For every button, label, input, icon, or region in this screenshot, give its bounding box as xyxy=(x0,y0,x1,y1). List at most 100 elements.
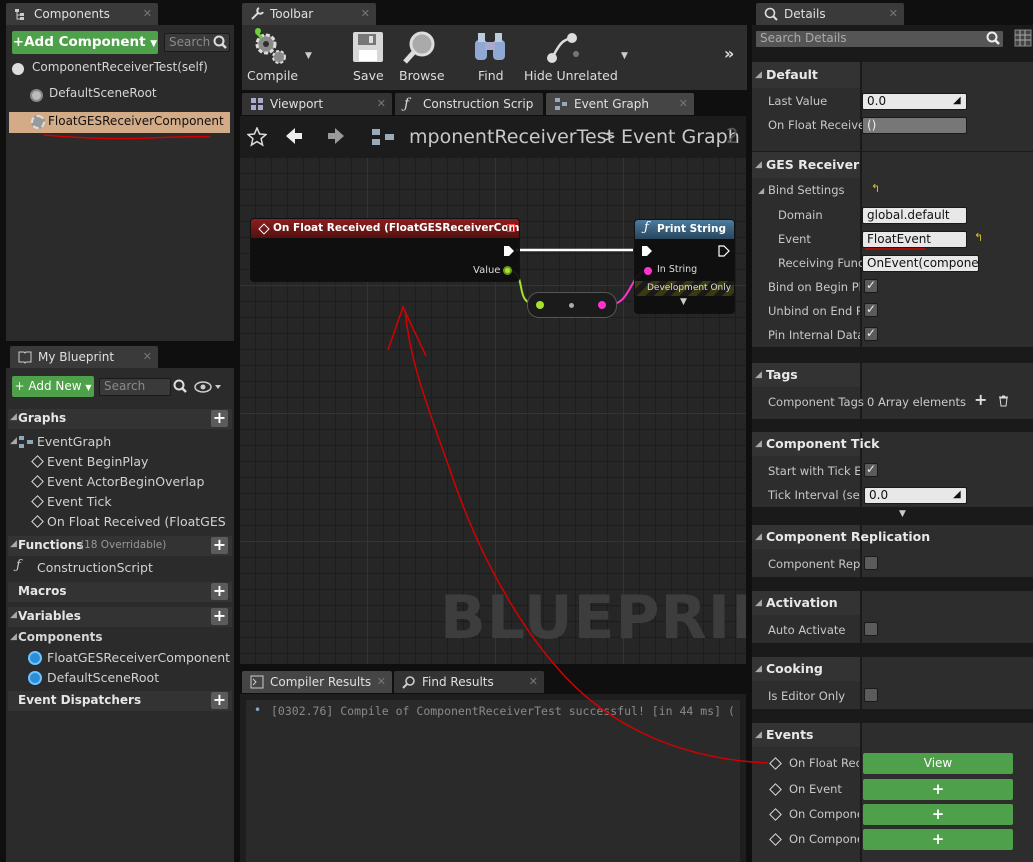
component-var-item[interactable]: DefaultSceneRoot xyxy=(28,669,228,687)
compile-options-arrow-icon[interactable]: ▼ xyxy=(305,51,312,61)
tab-toolbar[interactable]: Toolbar ✕ xyxy=(242,3,376,25)
delegate-pin-icon[interactable] xyxy=(507,224,515,232)
component-var-item[interactable]: FloatGESReceiverComponent xyxy=(28,649,230,667)
add-new-button[interactable]: + Add New ▼ xyxy=(12,376,94,397)
start-with-tick-checkbox[interactable] xyxy=(864,462,878,477)
view-event-button[interactable]: View xyxy=(863,753,1013,774)
eye-icon[interactable] xyxy=(194,380,224,394)
close-icon[interactable]: ✕ xyxy=(679,93,688,115)
macros-section-header[interactable]: Macros xyxy=(8,582,232,602)
search-icon[interactable] xyxy=(985,31,1001,47)
cooking-header[interactable]: Cooking xyxy=(766,661,823,676)
blueprint-search-input[interactable]: Search xyxy=(99,378,171,396)
tab-viewport[interactable]: Viewport ✕ xyxy=(242,93,392,115)
reset-to-default-icon[interactable]: ↰ xyxy=(974,231,983,244)
expand-node-icon[interactable]: ▼ xyxy=(680,297,687,307)
float-pin-icon[interactable] xyxy=(503,266,512,275)
close-icon[interactable]: ✕ xyxy=(377,93,386,115)
graph-canvas[interactable]: BLUEPRINT On Float Received (FloatGESRec… xyxy=(240,158,746,664)
component-item-float-ges-receiver[interactable]: FloatGESReceiverComponent xyxy=(9,112,230,133)
variables-section-header[interactable]: ◢ Variables xyxy=(8,607,232,627)
search-icon[interactable] xyxy=(212,35,228,51)
tab-event-graph[interactable]: Event Graph ✕ xyxy=(546,93,694,115)
component-tick-header[interactable]: Component Tick xyxy=(766,436,879,451)
event-begin-play-item[interactable]: Event BeginPlay xyxy=(47,454,148,469)
tab-find-results[interactable]: Find Results ✕ xyxy=(394,671,544,693)
exec-in-pin-icon[interactable] xyxy=(641,245,653,257)
breadcrumb-blueprint[interactable]: mponentReceiverTest xyxy=(409,126,614,148)
pin-internal-data-checkbox[interactable] xyxy=(864,326,878,341)
add-macro-button[interactable]: + xyxy=(211,583,228,600)
add-graph-button[interactable]: + xyxy=(211,410,228,427)
string-pin-icon[interactable] xyxy=(644,267,652,275)
print-string-node[interactable]: ƒ Print String In String Development Onl… xyxy=(634,219,735,314)
close-icon[interactable]: ✕ xyxy=(889,3,898,25)
add-event-button[interactable]: + xyxy=(863,804,1013,825)
toolbar-options-arrow-icon[interactable]: ▼ xyxy=(621,51,628,61)
close-icon[interactable]: ✕ xyxy=(377,671,386,693)
tab-components[interactable]: Components ✕ xyxy=(6,3,158,25)
receiving-function-field[interactable]: OnEvent(component) xyxy=(862,255,979,272)
back-arrow-icon[interactable] xyxy=(284,126,304,146)
components-category[interactable]: ◢ Components xyxy=(8,629,228,647)
overflow-chevron-icon[interactable]: » xyxy=(724,44,734,63)
tab-compiler-results[interactable]: Compiler Results ✕ xyxy=(242,671,392,693)
float-to-string-node[interactable] xyxy=(527,292,617,318)
find-button[interactable]: Find xyxy=(470,28,510,86)
domain-field[interactable]: global.default xyxy=(862,207,967,224)
browse-button[interactable]: Browse xyxy=(396,28,445,86)
tick-interval-field[interactable]: 0.0 xyxy=(864,487,967,504)
trash-icon[interactable] xyxy=(998,395,1009,407)
ges-receiver-header[interactable]: GES Receiver xyxy=(766,157,859,172)
bind-settings-label[interactable]: Bind Settings xyxy=(768,183,845,197)
exec-out-pin-icon[interactable] xyxy=(718,245,730,257)
component-replicates-checkbox[interactable] xyxy=(864,556,878,570)
close-icon[interactable]: ✕ xyxy=(143,3,152,25)
tags-header[interactable]: Tags xyxy=(766,367,798,382)
show-advanced-chevron-icon[interactable]: ▼ xyxy=(899,509,906,519)
component-item-self[interactable]: ComponentReceiverTest(self) xyxy=(12,60,232,78)
auto-activate-checkbox[interactable] xyxy=(864,622,878,636)
forward-arrow-icon[interactable] xyxy=(326,126,346,146)
details-search-input[interactable]: Search Details xyxy=(755,30,1004,48)
add-element-icon[interactable]: + xyxy=(974,390,987,409)
add-event-button[interactable]: + xyxy=(863,829,1013,850)
property-matrix-icon[interactable] xyxy=(1014,29,1032,47)
add-component-button[interactable]: +Add Component ▼ xyxy=(12,31,158,54)
close-icon[interactable]: ✕ xyxy=(143,346,152,368)
tab-details[interactable]: Details ✕ xyxy=(756,3,904,25)
event-field[interactable]: FloatEvent xyxy=(862,231,967,248)
add-dispatcher-button[interactable]: + xyxy=(211,692,228,709)
on-float-received-node[interactable]: On Float Received (FloatGESReceiverCompo… xyxy=(250,218,520,282)
close-icon[interactable]: ✕ xyxy=(361,3,370,25)
hide-unrelated-button[interactable]: Hide Unrelated xyxy=(520,28,618,86)
favorite-star-icon[interactable] xyxy=(247,127,267,147)
reset-to-default-icon[interactable]: ↰ xyxy=(871,182,880,195)
numeric-drag-icon[interactable]: ◢ xyxy=(953,95,961,106)
search-icon[interactable] xyxy=(172,379,188,395)
numeric-drag-icon[interactable]: ◢ xyxy=(953,489,961,500)
bind-on-begin-play-checkbox[interactable] xyxy=(864,278,878,293)
on-float-received-item[interactable]: On Float Received (FloatGESRe xyxy=(47,514,227,529)
functions-section-header[interactable]: ◢ Functions (18 Overridable) xyxy=(8,536,232,556)
graphs-section-header[interactable]: ◢ Graphs xyxy=(8,409,232,429)
event-dispatchers-section-header[interactable]: Event Dispatchers xyxy=(8,691,232,711)
save-button[interactable]: Save xyxy=(348,28,388,86)
event-actor-begin-overlap-item[interactable]: Event ActorBeginOverlap xyxy=(47,474,204,489)
add-function-button[interactable]: + xyxy=(211,537,228,554)
activation-header[interactable]: Activation xyxy=(766,595,838,610)
close-icon[interactable]: ✕ xyxy=(529,671,538,693)
add-event-button[interactable]: + xyxy=(863,779,1013,800)
default-header[interactable]: Default xyxy=(766,67,818,82)
event-tick-item[interactable]: Event Tick xyxy=(47,494,112,509)
add-variable-button[interactable]: + xyxy=(211,608,228,625)
last-value-field[interactable]: 0.0 xyxy=(862,93,967,110)
tab-my-blueprint[interactable]: My Blueprint ✕ xyxy=(10,346,158,368)
component-item-default-scene-root[interactable]: DefaultSceneRoot xyxy=(30,86,230,104)
is-editor-only-checkbox[interactable] xyxy=(864,688,878,702)
events-header[interactable]: Events xyxy=(766,727,813,742)
construction-script-item[interactable]: ƒ ConstructionScript xyxy=(16,558,226,577)
unbind-on-end-play-checkbox[interactable] xyxy=(864,302,878,317)
event-graph-item[interactable]: ◢ EventGraph xyxy=(8,433,228,451)
component-replication-header[interactable]: Component Replication xyxy=(766,529,930,544)
